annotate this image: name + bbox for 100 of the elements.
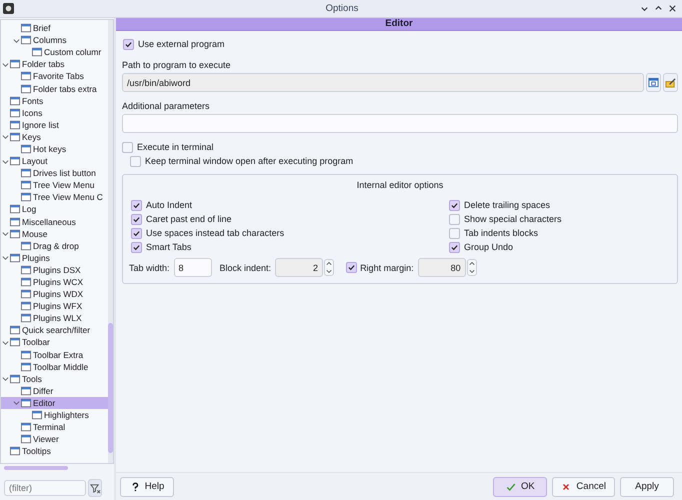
tree-item[interactable]: Quick search/filter [1, 324, 108, 336]
tree-item[interactable]: Drives list button [1, 167, 108, 180]
tree-item[interactable]: Hot keys [1, 142, 108, 156]
checkbox[interactable]: Execute in terminal [122, 140, 214, 154]
tree-item[interactable]: Tree View Menu [1, 179, 108, 192]
tree-item[interactable]: Ignore list [1, 118, 108, 131]
tree-item[interactable]: Viewer [1, 433, 108, 446]
tree-item[interactable]: Terminal [1, 421, 108, 434]
tree-item[interactable]: Highlighters [1, 409, 108, 422]
collapse-icon [2, 60, 9, 68]
checkbox[interactable]: Keep terminal window open after executing program [130, 154, 354, 168]
tree-item[interactable]: Toolbar Middle [1, 360, 108, 373]
tree-item[interactable]: Tools [1, 372, 108, 385]
window-icon [10, 204, 20, 214]
window-icon [10, 108, 20, 118]
tab-width-field[interactable]: 8 [174, 258, 212, 277]
tree-item[interactable]: Miscellaneous [1, 216, 108, 228]
window-icon [21, 386, 31, 396]
tree-item[interactable]: Folder tabs extra [1, 82, 108, 95]
collapse-icon [2, 230, 9, 238]
checkbox[interactable]: Delete trailing spaces [449, 198, 550, 212]
window-icon [32, 47, 42, 58]
window-icon [21, 35, 31, 46]
spin-buttons[interactable] [324, 259, 334, 276]
tree-item[interactable]: Editor [1, 396, 108, 409]
tree-item[interactable]: Plugins WDX [1, 288, 108, 300]
help-button[interactable]: Help [120, 476, 174, 496]
collapse-icon [13, 399, 20, 406]
tree-item[interactable]: Fonts [1, 94, 108, 107]
page-header: Editor [116, 18, 682, 31]
tree-item[interactable]: Favorite Tabs [1, 70, 108, 82]
tree-item[interactable]: Toolbar Extra [1, 348, 108, 361]
tree-item[interactable]: Tooltips [1, 445, 108, 458]
checkbox[interactable]: Show special characters [449, 212, 562, 226]
checkbox[interactable]: Group Undo [449, 240, 514, 254]
filter-field[interactable]: (filter) [4, 480, 86, 496]
collapse-icon [2, 375, 9, 382]
cancel-button[interactable]: Cancel [552, 476, 615, 496]
tree-item[interactable]: Differ [1, 384, 108, 397]
apply-button[interactable]: Apply [620, 476, 674, 496]
checkbox[interactable]: Auto Indent [131, 198, 192, 212]
checkbox[interactable]: Use spaces instead tab characters [131, 226, 284, 240]
app-icon [3, 3, 14, 14]
window-icon [10, 59, 20, 70]
window-icon [21, 289, 31, 300]
window-icon [21, 277, 31, 288]
ok-button[interactable]: OK [493, 476, 548, 496]
window-icon [10, 132, 20, 142]
tree-item[interactable]: Plugins WLX [1, 312, 108, 324]
checkbox[interactable]: Smart Tabs [131, 240, 192, 254]
tree-item[interactable]: Plugins WCX [1, 276, 108, 288]
tree-item[interactable]: Plugins WFX [1, 300, 108, 312]
check-icon [124, 40, 133, 48]
checkbox[interactable]: Tab indents blocks [449, 226, 538, 240]
tree-item[interactable]: Mouse [1, 228, 108, 240]
check-icon [450, 242, 459, 252]
tree-item[interactable]: Columns [1, 34, 108, 46]
window-icon [10, 252, 20, 263]
tree-item[interactable]: Folder tabs [1, 58, 108, 70]
parameters-field[interactable] [122, 114, 678, 133]
window-icon [21, 301, 31, 312]
tree-item[interactable]: Log [1, 203, 108, 216]
edit-button[interactable] [663, 73, 678, 92]
window-icon [21, 84, 31, 94]
collapse-icon [2, 254, 9, 262]
window-icon [21, 313, 31, 324]
window-icon [21, 398, 31, 408]
field-label: Path to program to execute [122, 59, 231, 71]
window-icon [21, 168, 31, 178]
close-icon[interactable] [668, 4, 677, 13]
tree-item[interactable]: Toolbar [1, 336, 108, 349]
tree-item[interactable]: Icons [1, 106, 108, 119]
tree-item[interactable]: Tree View Menu C [1, 191, 108, 204]
tree-item[interactable]: Plugins DSX [1, 264, 108, 276]
window-icon [21, 434, 31, 444]
window-icon [10, 96, 20, 106]
scrollbar[interactable] [108, 20, 113, 463]
window-icon [21, 240, 31, 251]
window-icon [21, 71, 31, 82]
cross-icon [561, 482, 572, 492]
checkbox[interactable]: Use external program [123, 37, 225, 51]
tree-item[interactable]: Keys [1, 130, 108, 143]
tree-item[interactable]: Drag & drop [1, 240, 108, 252]
tree-item[interactable]: Plugins [1, 252, 108, 264]
browse-button[interactable] [646, 73, 661, 92]
tree-item[interactable]: Layout [1, 155, 108, 168]
collapse-icon [2, 338, 9, 346]
field-label: Block indent: [220, 262, 272, 272]
spin-buttons[interactable] [466, 259, 477, 276]
tree-item[interactable]: Custom columr [1, 46, 108, 58]
window-icon [10, 228, 20, 239]
clear-filter-button[interactable] [88, 479, 102, 497]
tree-item[interactable]: Brief [1, 22, 108, 34]
window-icon [21, 23, 31, 34]
window-icon [10, 446, 20, 456]
checkbox[interactable]: Caret past end of line [131, 212, 232, 226]
window-icon [21, 264, 31, 275]
window-icon [10, 156, 20, 166]
field-label: Tab width: [129, 262, 170, 272]
window-icon [21, 144, 31, 154]
